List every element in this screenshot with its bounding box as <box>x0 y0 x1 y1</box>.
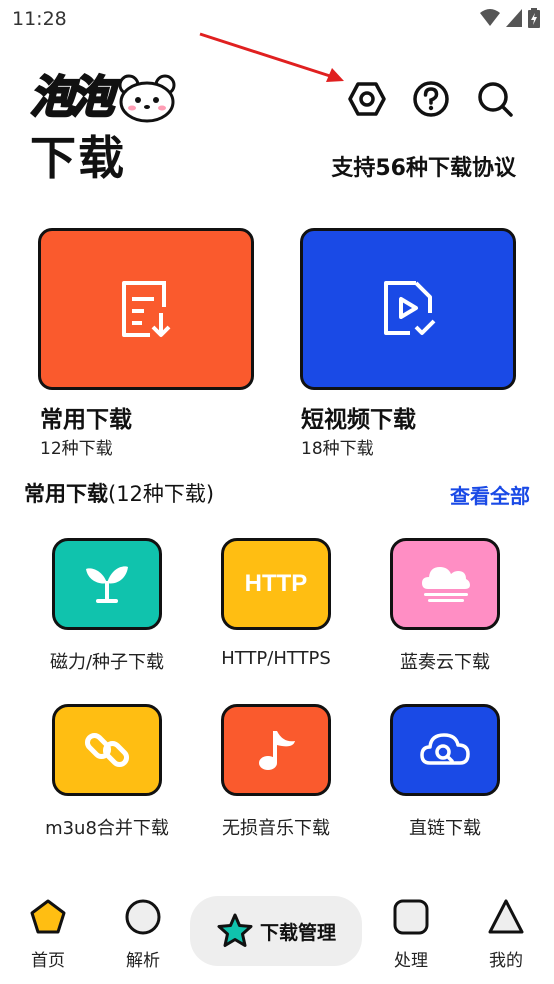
nav-download-manager-label: 下载管理 <box>259 921 336 944</box>
bottom-navigation: 首页 解析 下载管理 处理 我的 <box>0 888 554 984</box>
http-https-tile[interactable]: HTTP <box>221 538 331 630</box>
common-download-card[interactable] <box>38 228 254 390</box>
settings-icon <box>348 82 386 116</box>
cloud-search-icon <box>420 733 470 765</box>
direct-link-tile[interactable] <box>390 704 500 796</box>
parse-circle-icon <box>125 899 161 935</box>
direct-link-label: 直链下载 <box>409 818 481 839</box>
settings-button[interactable] <box>346 78 388 120</box>
header-toolbar <box>346 78 516 120</box>
help-icon <box>413 81 449 117</box>
document-download-icon <box>122 281 171 337</box>
common-download-title: 常用下载 <box>40 407 132 433</box>
short-video-download-title: 短视频下载 <box>301 407 416 433</box>
short-video-download-subtitle: 18种下载 <box>301 439 374 459</box>
logo-top-text: 泡泡 <box>29 71 116 125</box>
nav-home-label: 首页 <box>31 951 65 971</box>
short-video-download-card[interactable] <box>300 228 516 390</box>
section-title: 常用下载(12种下载) <box>24 478 214 508</box>
magnet-torrent-label: 磁力/种子下载 <box>49 652 165 673</box>
status-time: 11:28 <box>12 8 67 30</box>
lanzou-cloud-label: 蓝奏云下载 <box>400 652 490 673</box>
music-note-icon <box>259 731 295 770</box>
home-pentagon-icon <box>30 899 66 934</box>
star-icon <box>217 913 253 947</box>
signal-icon <box>506 9 522 27</box>
section-title-count: (12种下载) <box>108 482 215 506</box>
lanzou-cloud-tile[interactable] <box>390 538 500 630</box>
wifi-icon <box>480 9 500 26</box>
battery-icon <box>528 8 540 28</box>
logo-bottom-text: 下载 <box>30 131 126 185</box>
protocol-count-text: 支持56种下载协议 <box>331 156 516 181</box>
search-button[interactable] <box>474 78 516 120</box>
lossless-music-label: 无损音乐下载 <box>222 818 330 839</box>
section-title-main: 常用下载 <box>24 482 108 506</box>
view-all-link[interactable]: 查看全部 <box>450 480 530 509</box>
nav-download-manager[interactable]: 下载管理 <box>190 896 362 966</box>
cloud-icon <box>422 567 470 602</box>
magnet-torrent-tile[interactable] <box>52 538 162 630</box>
lossless-music-tile[interactable] <box>221 704 331 796</box>
nav-parse[interactable]: 解析 <box>108 898 178 971</box>
help-button[interactable] <box>410 78 452 120</box>
nav-home[interactable]: 首页 <box>13 898 83 971</box>
nav-process[interactable]: 处理 <box>376 898 446 971</box>
status-icons <box>480 8 540 28</box>
annotation-arrow <box>199 32 344 82</box>
search-icon <box>478 82 513 117</box>
http-https-label: HTTP/HTTPS <box>221 648 331 669</box>
process-square-icon <box>393 899 429 935</box>
mine-triangle-icon <box>488 899 524 934</box>
common-download-subtitle: 12种下载 <box>40 439 113 459</box>
http-icon: HTTP <box>244 570 308 597</box>
m3u8-merge-label: m3u8合并下载 <box>45 818 169 839</box>
app-logo: 泡泡 下载 <box>29 70 176 188</box>
nav-mine-label: 我的 <box>489 951 523 971</box>
sprout-icon <box>86 566 128 603</box>
bear-icon <box>118 74 176 123</box>
nav-process-label: 处理 <box>394 951 428 971</box>
link-icon <box>84 732 130 768</box>
video-file-icon <box>384 281 436 335</box>
nav-mine[interactable]: 我的 <box>471 898 541 971</box>
m3u8-merge-tile[interactable] <box>52 704 162 796</box>
nav-parse-label: 解析 <box>126 951 160 971</box>
